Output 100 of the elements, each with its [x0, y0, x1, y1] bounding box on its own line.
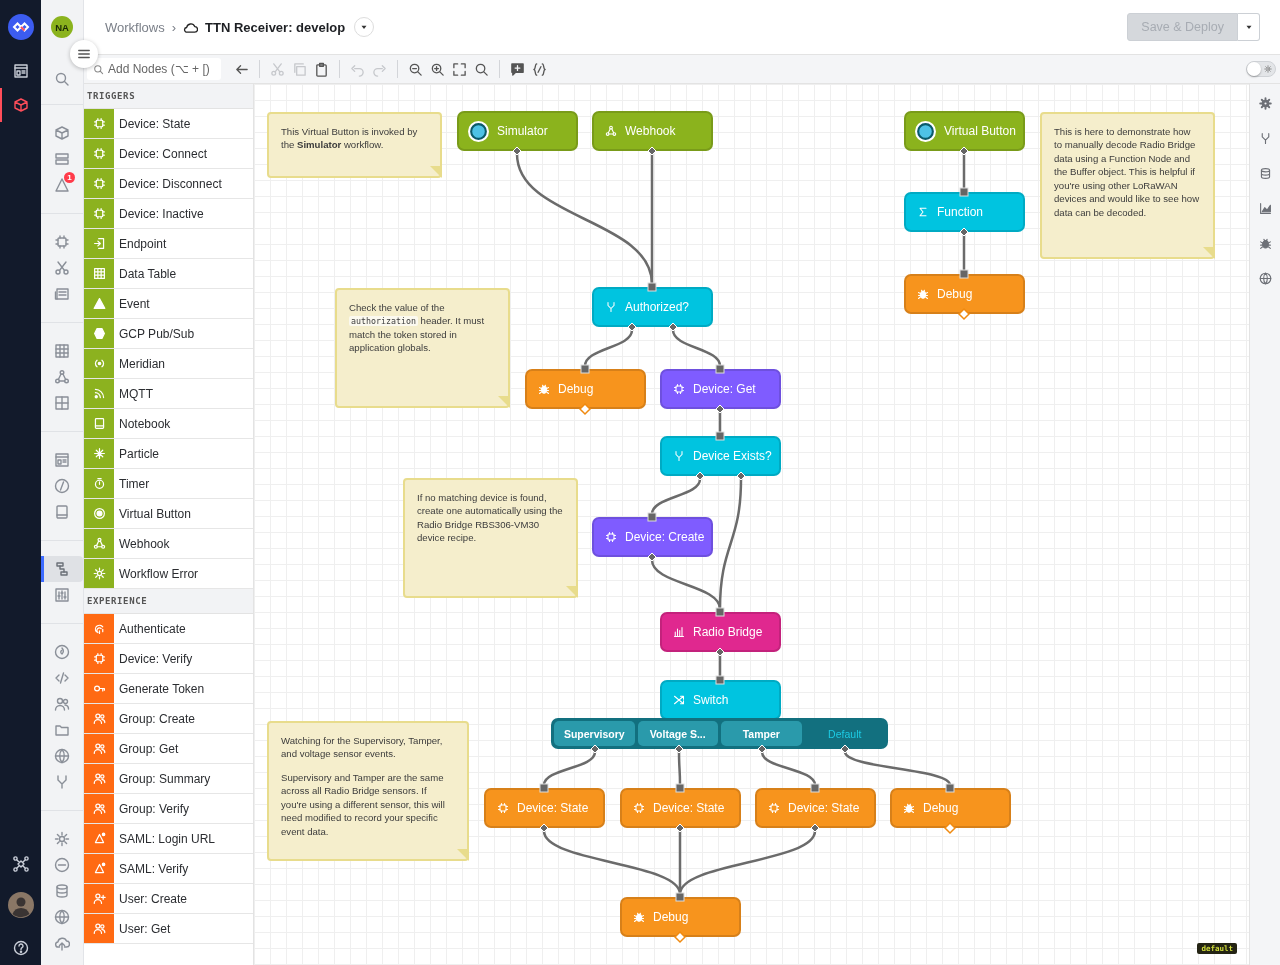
code-braces-icon[interactable] — [532, 61, 547, 77]
bug-icon — [903, 802, 915, 814]
note-text: If no matching device is found, create one automatically using the Radio Bridge RBS306-VM30 device recipe. — [417, 491, 564, 545]
expand-icon[interactable] — [452, 61, 467, 77]
palette-item[interactable]: Group: Create — [84, 704, 253, 734]
connector-line — [583, 329, 634, 367]
chip-icon — [497, 802, 509, 814]
search-icon[interactable] — [474, 61, 489, 77]
palette-item[interactable]: Meridian — [84, 349, 253, 379]
palette-item[interactable]: Event — [84, 289, 253, 319]
section-header: TRIGGERS — [84, 84, 253, 109]
search-icon — [93, 63, 104, 75]
palette-item[interactable]: Device: Verify — [84, 644, 253, 674]
gear-icon — [1264, 65, 1272, 73]
palette-item[interactable]: Data Table — [84, 259, 253, 289]
output-port[interactable] — [957, 307, 971, 321]
input-port[interactable] — [675, 783, 685, 793]
database-icon[interactable] — [1258, 167, 1272, 180]
input-port[interactable] — [715, 675, 725, 685]
chart-icon[interactable] — [1258, 202, 1272, 215]
connector-line — [718, 412, 722, 433]
branch-icon — [673, 450, 685, 462]
input-port[interactable] — [810, 783, 820, 793]
toggle-switch[interactable] — [1246, 61, 1276, 77]
avatar[interactable] — [7, 892, 34, 918]
input-port[interactable] — [539, 783, 549, 793]
input-port[interactable] — [959, 269, 969, 279]
connector-line — [671, 329, 722, 367]
sigma-icon — [917, 206, 929, 218]
palette-item[interactable]: Webhook — [84, 529, 253, 559]
chip-icon — [633, 802, 645, 814]
folded-corner — [430, 166, 442, 178]
logo-icon[interactable] — [7, 14, 34, 40]
chip-icon — [768, 802, 780, 814]
user-avatar[interactable]: NA — [51, 16, 73, 38]
sticky-note[interactable] — [1040, 112, 1215, 259]
add-nodes-field[interactable]: Add Nodes (⌥ + [) — [87, 58, 221, 80]
palette-item[interactable]: Virtual Button — [84, 499, 253, 529]
palette-item[interactable]: Authenticate — [84, 614, 253, 644]
input-port[interactable] — [647, 282, 657, 292]
palette-item[interactable]: MQTT — [84, 379, 253, 409]
sticky-note[interactable] — [267, 721, 469, 861]
output-port[interactable] — [943, 821, 957, 835]
connector-line — [650, 478, 702, 515]
menu-icon — [77, 47, 91, 61]
palette-item[interactable]: Generate Token — [84, 674, 253, 704]
palette-item[interactable]: SAML: Verify — [84, 854, 253, 884]
globe-icon[interactable] — [1258, 272, 1272, 285]
palette-item[interactable]: Device: State — [84, 109, 253, 139]
palette-item[interactable]: GCP Pub/Sub — [84, 319, 253, 349]
palette-item[interactable]: Group: Summary — [84, 764, 253, 794]
palette-item[interactable]: SAML: Login URL — [84, 824, 253, 854]
workflow-icon[interactable] — [41, 556, 83, 582]
input-port[interactable] — [715, 364, 725, 374]
palette-item[interactable]: Particle — [84, 439, 253, 469]
output-port[interactable] — [578, 402, 592, 416]
comment-plus-icon[interactable] — [510, 61, 525, 77]
bug-icon — [633, 911, 645, 923]
zoom-in-icon[interactable] — [430, 61, 445, 77]
bug-icon[interactable] — [1258, 237, 1272, 250]
folded-corner — [566, 586, 578, 598]
palette-item[interactable]: Device: Disconnect — [84, 169, 253, 199]
note-text: Supervisory and Tamper are the same across all Radio Bridge sensors. If you're using a different sensor, this will need modified to record your specific event data. — [281, 770, 446, 838]
workflow-node[interactable]: Device: Get — [660, 369, 781, 409]
input-port[interactable] — [715, 431, 725, 441]
radio-icon — [915, 120, 936, 142]
settings-icon[interactable] — [1258, 97, 1272, 110]
shuffle-icon — [673, 694, 685, 706]
notification-badge: 1 — [64, 172, 75, 183]
sticky-note[interactable]: This Virtual Button is invoked by the Simulator workflow. — [267, 112, 442, 178]
input-port[interactable] — [945, 783, 955, 793]
input-port[interactable] — [959, 187, 969, 197]
palette-item[interactable]: User: Get — [84, 914, 253, 944]
palette-item[interactable]: Device: Connect — [84, 139, 253, 169]
sticky-note[interactable]: Check the value of the authorization header. It must match the token stored in application globals. — [335, 288, 510, 408]
workflow-node[interactable]: Device: Create — [592, 517, 713, 557]
palette-item[interactable]: Device: Inactive — [84, 199, 253, 229]
zoom-out-icon[interactable] — [408, 61, 423, 77]
workflow-node[interactable]: Radio Bridge — [660, 612, 781, 652]
palette-item[interactable]: Group: Get — [84, 734, 253, 764]
input-port[interactable] — [580, 364, 590, 374]
output-port[interactable] — [673, 930, 687, 944]
breadcrumb-link[interactable]: Workflows — [105, 19, 165, 35]
folded-corner — [1203, 247, 1215, 259]
input-port[interactable] — [647, 512, 657, 522]
folded-corner — [457, 848, 469, 861]
palette-item[interactable]: User: Create — [84, 884, 253, 914]
palette-item[interactable]: Group: Verify — [84, 794, 253, 824]
palette-item[interactable]: Timer — [84, 469, 253, 499]
branch-icon — [605, 301, 617, 313]
clipboard-icon[interactable] — [314, 61, 329, 77]
sticky-note[interactable]: If no matching device is found, create one automatically using the Radio Bridge RBS306-VM30 device recipe. — [403, 478, 578, 598]
chip-icon — [673, 383, 685, 395]
note-text: Watching for the Supervisory, Tamper, and voltage sensor events. — [281, 734, 444, 761]
palette-item[interactable]: Notebook — [84, 409, 253, 439]
input-port[interactable] — [675, 892, 685, 902]
palette-item[interactable]: Endpoint — [84, 229, 253, 259]
connector-line — [962, 235, 966, 271]
input-port[interactable] — [715, 607, 725, 617]
workflow-title: TTN Receiver: develop — [205, 19, 346, 35]
